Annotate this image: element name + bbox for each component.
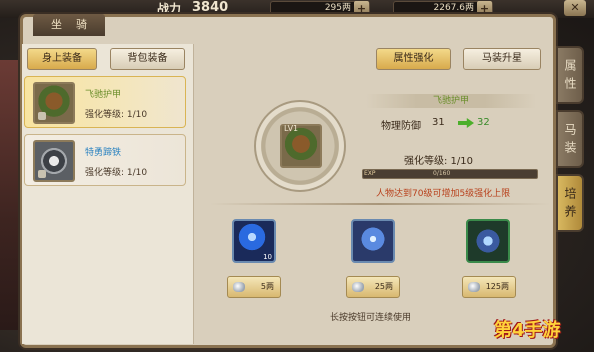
watermark-logo: 第4手游 [494,320,561,341]
tab-body-equip[interactable]: 身上装备 [27,48,97,70]
armor-icon: LV1 [280,124,322,168]
equip-name: 飞驰护甲 [85,90,122,100]
material-slot-orb[interactable]: 10 [232,219,276,263]
lock-icon [38,170,46,178]
close-button[interactable]: ✕ [564,0,586,16]
equip-card-horseshoe[interactable]: 特勇蹄铁 强化等级: 1/10 [24,134,186,186]
enhance-level: 强化等级: 1/10 [404,156,474,167]
hold-hint: 长按按钮可连续使用 [330,313,412,323]
cost-label: 125两 [485,282,509,291]
equip-level: 强化等级: 1/10 [85,110,148,120]
equip-card-armor[interactable]: 飞驰护甲 强化等级: 1/10 [24,76,186,128]
stat-current: 31 [432,117,445,128]
material-count: 10 [263,253,272,261]
equip-level-tag: LV1 [284,124,299,133]
power-value: 3840 [192,0,229,15]
stat-next: 32 [477,117,490,128]
lock-icon [38,112,46,120]
gold-value: 295两 [324,3,351,13]
silver-coin-icon [352,282,364,292]
cost-label: 25两 [374,282,393,291]
cost-label: 5两 [260,282,274,291]
attr-enhance-button[interactable]: 属性强化 [376,48,451,70]
tab-bag-equip[interactable]: 背包装备 [110,48,185,70]
material-slot-green-crystal[interactable] [466,219,510,263]
upgrade-note: 人物达到70级可增加5级强化上限 [376,189,511,199]
character-figure [0,60,22,330]
silver-coin-icon [233,282,245,292]
equip-level: 强化等级: 1/10 [85,168,148,178]
material-slot-crystal[interactable] [351,219,395,263]
silver-value: 2267.6两 [433,3,475,13]
exp-tag: EXP [364,170,376,177]
stat-label: 物理防御 [381,121,421,132]
selected-equip-frame: LV1 [254,100,346,192]
horse-upgrade-button[interactable]: 马装升星 [463,48,541,70]
exp-text: 0/160 [433,170,451,177]
armor-icon [33,82,75,124]
silver-coin-icon [468,282,480,292]
exp-bar: EXP 0/160 [362,169,538,179]
horseshoe-icon [33,140,75,182]
buy-button-3[interactable]: 125两 [462,276,516,298]
side-tab-attributes[interactable]: 属性 [556,46,584,104]
divider [210,203,550,205]
side-tab-horse-gear[interactable]: 马装 [556,110,584,168]
panel-title: 坐骑 [33,14,105,36]
equip-name: 特勇蹄铁 [85,148,122,158]
buy-button-1[interactable]: 5两 [227,276,281,298]
side-tab-train[interactable]: 培养 [556,174,584,232]
buy-button-2[interactable]: 25两 [346,276,400,298]
equip-name-banner: 飞驰护甲 [366,94,536,108]
